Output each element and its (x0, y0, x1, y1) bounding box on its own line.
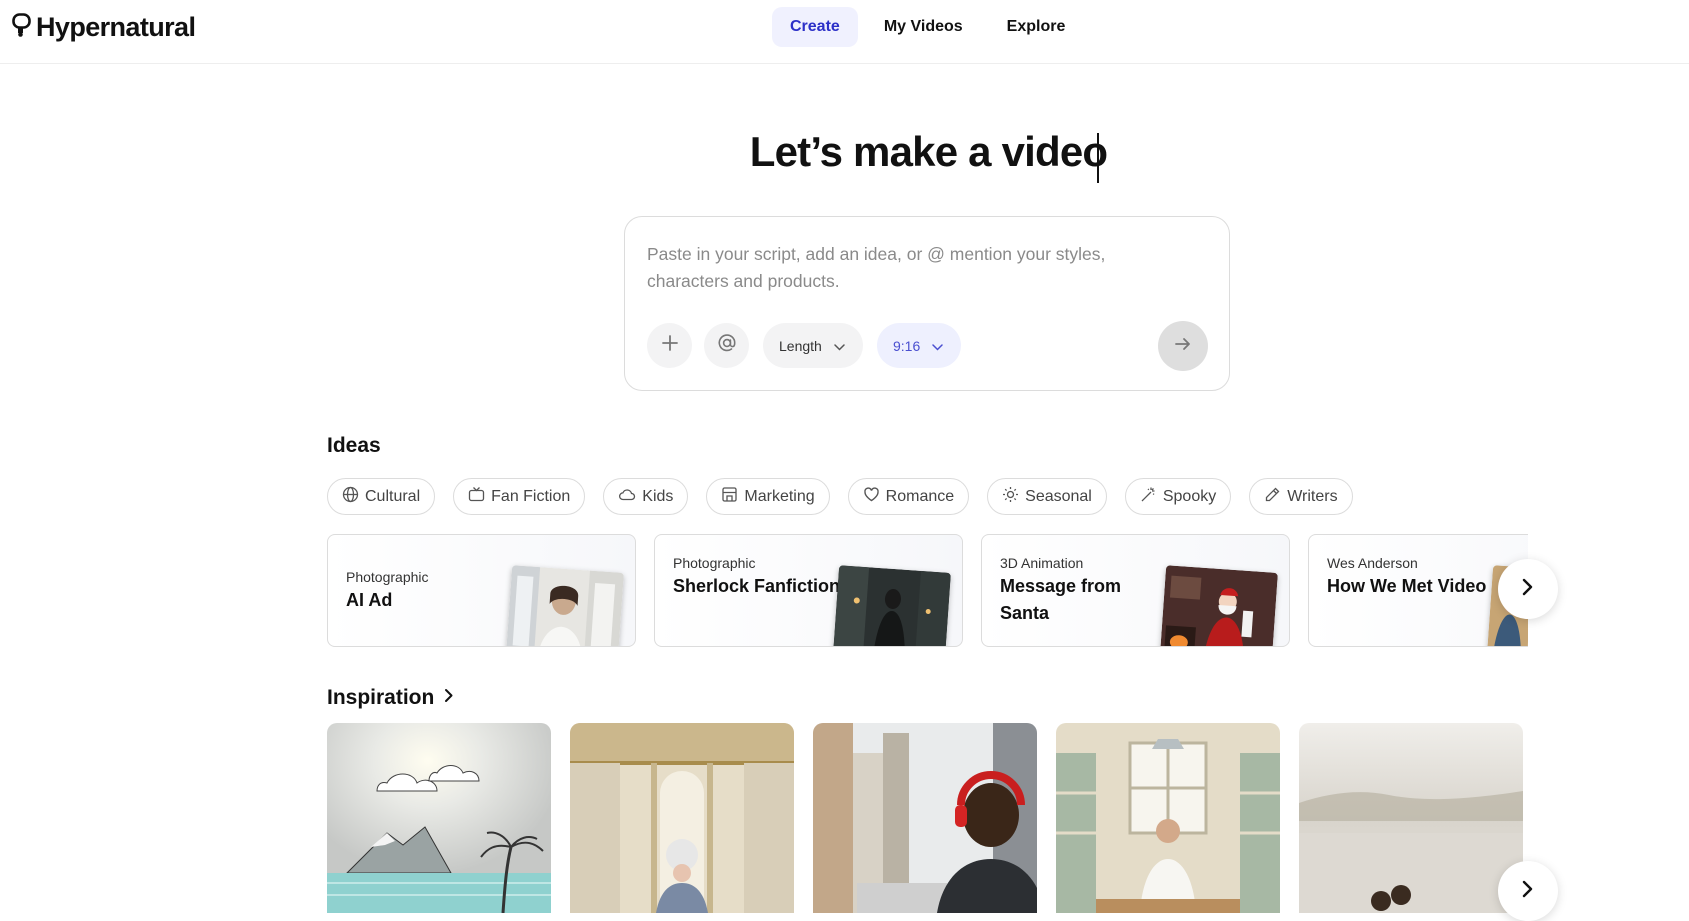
inspiration-video-card[interactable] (570, 723, 794, 913)
chevron-down-icon (834, 338, 845, 354)
logo[interactable]: Hypernatural (12, 12, 196, 43)
nav-explore[interactable]: Explore (989, 7, 1084, 47)
inspiration-heading: Inspiration (327, 686, 435, 709)
idea-card-category: Photographic (346, 569, 429, 585)
chip-romance[interactable]: Romance (847, 478, 970, 515)
plus-icon (661, 334, 679, 357)
length-label: Length (779, 337, 822, 354)
inspiration-video-card[interactable] (1299, 723, 1523, 913)
aspect-ratio-label: 9:16 (893, 337, 921, 354)
chip-seasonal[interactable]: Seasonal (987, 478, 1107, 515)
idea-card-thumbnail (833, 565, 951, 646)
chip-label: Writers (1287, 487, 1338, 505)
idea-card-thumbnail (1160, 565, 1278, 646)
idea-card-title: Message from Santa (1000, 576, 1122, 623)
store-icon (721, 486, 738, 508)
idea-card-category: Wes Anderson (1327, 555, 1418, 571)
chip-spooky[interactable]: Spooky (1124, 478, 1232, 515)
idea-card[interactable]: 3D Animation Message from Santa (981, 534, 1290, 647)
ideas-next-button[interactable] (1498, 559, 1558, 619)
cloud-icon (618, 486, 636, 508)
inspiration-video-card[interactable] (327, 723, 551, 913)
nav-create[interactable]: Create (772, 7, 858, 47)
inspiration-gallery (327, 723, 1523, 913)
idea-card-category: 3D Animation (1000, 555, 1084, 571)
sun-icon (1002, 486, 1019, 508)
chip-label: Romance (885, 487, 955, 505)
chip-cultural[interactable]: Cultural (327, 478, 436, 515)
length-dropdown[interactable]: Length (763, 323, 863, 368)
prompt-composer: Paste in your script, add an idea, or @ … (624, 216, 1230, 391)
chip-kids[interactable]: Kids (603, 478, 689, 515)
inspiration-video-card[interactable] (1056, 723, 1280, 913)
ideas-heading: Ideas (327, 434, 381, 457)
heart-icon (863, 486, 880, 508)
idea-card-title: AI Ad (346, 590, 393, 610)
nav-my-videos[interactable]: My Videos (866, 7, 981, 47)
chip-label: Kids (642, 487, 674, 505)
chevron-down-icon (932, 338, 943, 354)
idea-cards-carousel: Photographic AI Ad Photographic Sherlock… (327, 534, 1528, 648)
idea-card[interactable]: Wes Anderson How We Met Video (1308, 534, 1528, 647)
idea-card[interactable]: Photographic Sherlock Fanfiction (654, 534, 963, 647)
idea-card-title: Sherlock Fanfiction (673, 576, 841, 596)
chip-label: Marketing (744, 487, 815, 505)
idea-card-thumbnail (506, 565, 624, 646)
inspiration-video-card[interactable] (813, 723, 1037, 913)
at-sign-icon (717, 333, 737, 358)
prompt-input[interactable]: Paste in your script, add an idea, or @ … (647, 241, 1157, 295)
chevron-right-icon (1522, 578, 1534, 601)
chip-label: Spooky (1162, 487, 1217, 505)
chip-marketing[interactable]: Marketing (706, 478, 830, 515)
submit-button[interactable] (1158, 321, 1208, 371)
chevron-right-icon (444, 688, 454, 708)
idea-card[interactable]: Photographic AI Ad (327, 534, 636, 647)
magic-wand-icon (1140, 486, 1157, 508)
chip-label: Seasonal (1025, 487, 1092, 505)
chip-label: Cultural (365, 487, 421, 505)
text-cursor (1097, 133, 1099, 183)
mention-button[interactable] (704, 323, 749, 368)
logo-speech-bubble-icon (12, 13, 32, 42)
chip-writers[interactable]: Writers (1249, 478, 1353, 515)
inspiration-link[interactable]: Inspiration (327, 686, 454, 710)
top-header: Hypernatural Create My Videos Explore (0, 0, 1689, 64)
aspect-ratio-dropdown[interactable]: 9:16 (877, 323, 961, 368)
page-title: Let’s make a video (749, 128, 1108, 175)
add-attachment-button[interactable] (647, 323, 692, 368)
pencil-icon (1264, 486, 1281, 508)
tv-icon (468, 486, 485, 508)
chevron-right-icon (1522, 880, 1534, 903)
chip-label: Fan Fiction (491, 487, 571, 505)
inspiration-next-button[interactable] (1498, 861, 1558, 921)
idea-card-category: Photographic (673, 555, 756, 571)
idea-card-title: How We Met Video (1327, 576, 1487, 596)
globe-icon (342, 486, 359, 508)
chip-fan-fiction[interactable]: Fan Fiction (453, 478, 586, 515)
logo-text: Hypernatural (36, 12, 196, 42)
idea-category-chips: Cultural Fan Fiction Kids Marketing Roma… (327, 478, 1353, 515)
arrow-right-icon (1174, 336, 1192, 357)
main-nav: Create My Videos Explore (772, 7, 1083, 47)
